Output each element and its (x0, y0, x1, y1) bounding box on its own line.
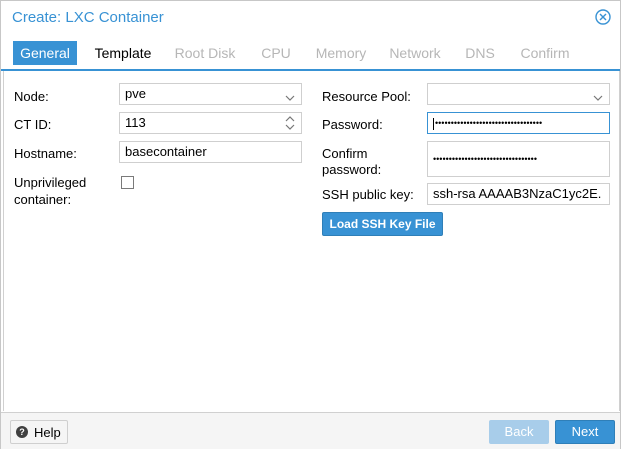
confirm-password-input[interactable]: ••••••••••••••••••••••••••••••••• (427, 141, 610, 177)
tab-general[interactable]: General (13, 41, 77, 65)
dialog-footer: ? Help Back Next (1, 412, 620, 449)
password-input[interactable]: •••••••••••••••••••••••••••••••••• (427, 112, 610, 134)
tab-network[interactable]: Network (385, 41, 445, 65)
spinner-icon[interactable] (285, 115, 295, 131)
question-icon: ? (16, 426, 28, 438)
tab-root-disk[interactable]: Root Disk (169, 41, 241, 65)
hostname-value: basecontainer (125, 144, 207, 159)
confirm-password-label-line1: Confirm (322, 146, 368, 161)
tab-dns[interactable]: DNS (459, 41, 501, 65)
tab-memory[interactable]: Memory (311, 41, 371, 65)
dialog-title: Create: LXC Container (12, 9, 164, 26)
help-button[interactable]: ? Help (10, 420, 68, 444)
node-value: pve (125, 86, 146, 101)
ssh-key-value: ssh-rsa AAAAB3NzaC1yc2E. (433, 186, 602, 201)
password-label: Password: (322, 117, 383, 132)
general-panel: Node: pve CT ID: 113 Hostname: baseconta… (3, 71, 620, 411)
ctid-value: 113 (125, 115, 146, 130)
password-value: •••••••••••••••••••••••••••••••••• (435, 118, 543, 128)
hostname-label: Hostname: (14, 146, 77, 161)
resource-pool-label: Resource Pool: (322, 89, 411, 104)
help-label: Help (34, 425, 61, 440)
unprivileged-label-line2: container: (14, 192, 72, 207)
unprivileged-checkbox[interactable] (121, 176, 134, 189)
chevron-down-icon[interactable] (593, 89, 603, 101)
resource-pool-select[interactable] (427, 83, 610, 105)
ctid-spinner[interactable]: 113 (119, 112, 302, 134)
ssh-key-label: SSH public key: (322, 187, 414, 202)
ssh-key-input[interactable]: ssh-rsa AAAAB3NzaC1yc2E. (427, 183, 610, 205)
create-lxc-dialog: Create: LXC Container General Template R… (0, 0, 621, 449)
close-icon[interactable] (595, 9, 611, 25)
tab-template[interactable]: Template (90, 41, 156, 65)
wizard-tabs: General Template Root Disk CPU Memory Ne… (1, 35, 620, 71)
tab-confirm[interactable]: Confirm (515, 41, 575, 65)
confirm-password-value: ••••••••••••••••••••••••••••••••• (433, 154, 537, 164)
hostname-input[interactable]: basecontainer (119, 141, 302, 163)
node-select[interactable]: pve (119, 83, 302, 105)
ctid-label: CT ID: (14, 117, 52, 132)
back-button[interactable]: Back (489, 420, 549, 444)
chevron-down-icon[interactable] (285, 89, 295, 101)
load-ssh-key-button[interactable]: Load SSH Key File (322, 212, 443, 236)
confirm-password-label-line2: password: (322, 162, 382, 177)
unprivileged-label-line1: Unprivileged (14, 175, 87, 190)
next-button[interactable]: Next (555, 420, 615, 444)
tab-cpu[interactable]: CPU (255, 41, 297, 65)
text-cursor (433, 117, 434, 130)
node-label: Node: (14, 89, 49, 104)
dialog-titlebar: Create: LXC Container (1, 1, 620, 35)
